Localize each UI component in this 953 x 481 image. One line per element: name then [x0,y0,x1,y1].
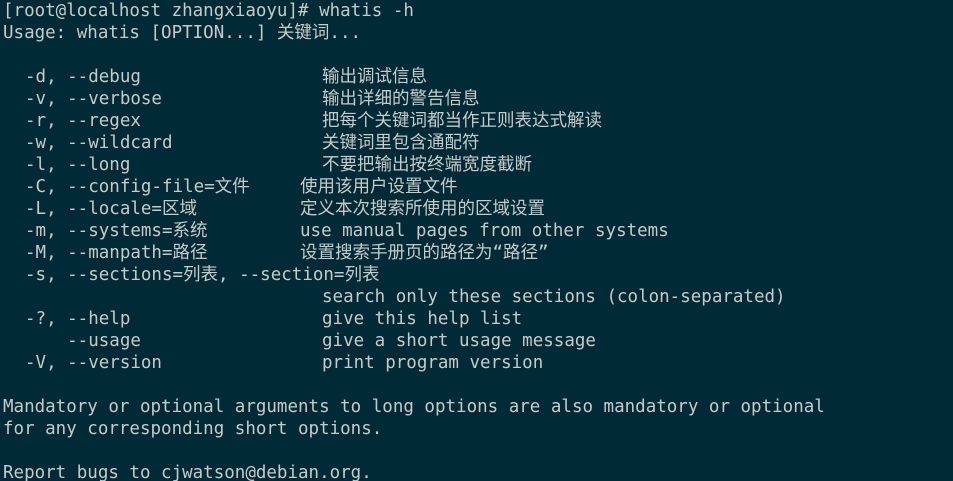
option-desc: use manual pages from other systems [300,221,669,241]
option-desc: give a short usage message [322,331,596,351]
option-flag: -l, --long [25,155,131,175]
option-desc: 不要把输出按终端宽度截断 [322,155,532,175]
option-desc: 关键词里包含通配符 [322,133,480,153]
option-desc: give this help list [322,309,523,329]
footer-line: for any corresponding short options. [3,419,383,439]
option-desc: 输出详细的警告信息 [322,89,480,109]
option-flag: -C, --config-file=文件 [25,177,250,197]
option-flag: -?, --help [25,309,131,329]
option-flag: -M, --manpath=路径 [25,243,208,263]
option-flag: -v, --verbose [25,89,162,109]
option-flag: --usage [25,331,141,351]
option-flag: -m, --systems=系统 [25,221,208,241]
footer-line: Mandatory or optional arguments to long … [3,397,825,417]
report-line: Report bugs to cjwatson@debian.org. [3,463,372,481]
terminal-window[interactable]: [root@localhost zhangxiaoyu]# whatis -h … [0,0,953,481]
prompt-line: [root@localhost zhangxiaoyu]# whatis -h [3,1,414,21]
option-desc: 设置搜索手册页的路径为“路径” [300,243,549,263]
option-flag: -L, --locale=区域 [25,199,197,219]
option-flag: -d, --debug [25,67,141,87]
option-desc: search only these sections (colon-separa… [322,287,786,307]
option-desc: 使用该用户设置文件 [300,177,458,197]
usage-line: Usage: whatis [OPTION...] 关键词... [3,23,362,43]
option-flag: -s, --sections=列表, --section=列表 [25,265,380,285]
option-flag: -w, --wildcard [25,133,173,153]
option-desc: print program version [322,353,544,373]
option-flag: -r, --regex [25,111,141,131]
option-desc: 输出调试信息 [322,67,427,87]
option-flag: -V, --version [25,353,162,373]
option-desc: 把每个关键词都当作正则表达式解读 [322,111,602,131]
option-desc: 定义本次搜索所使用的区域设置 [300,199,545,219]
